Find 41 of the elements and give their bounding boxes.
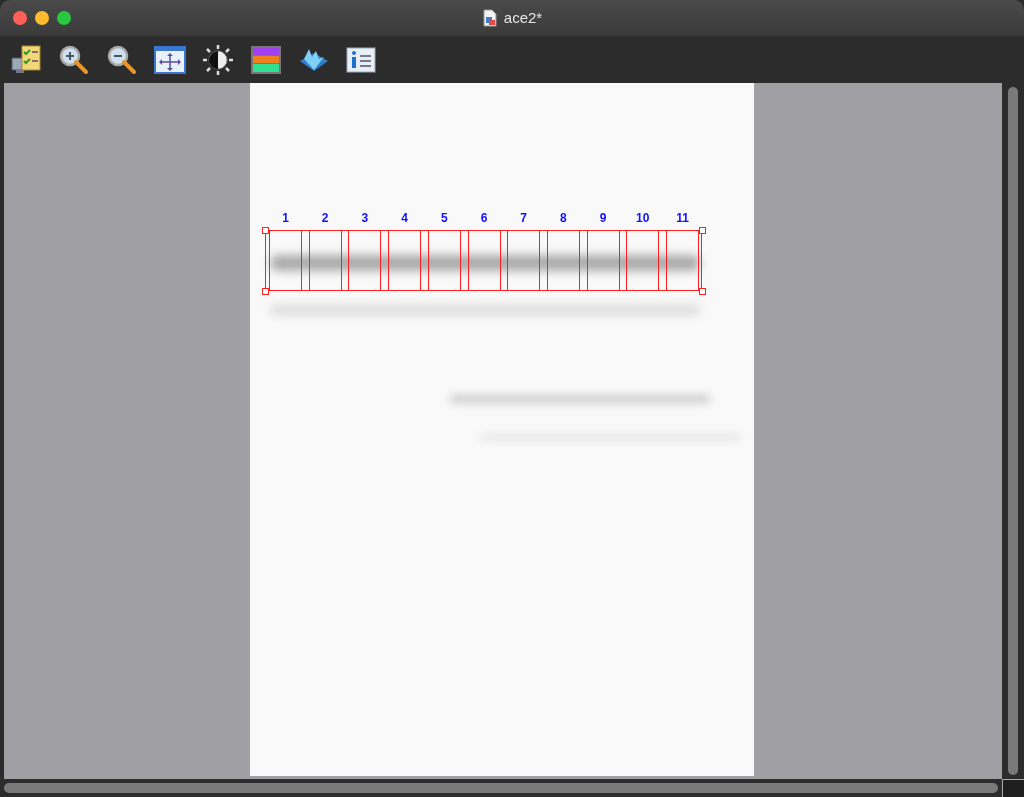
lane-label: 6 [479,211,489,225]
lane-box[interactable] [626,230,660,291]
zoom-in-icon[interactable] [58,43,90,76]
scroll-thumb[interactable] [4,783,998,793]
resize-handle[interactable] [699,227,706,234]
lane-label: 4 [400,211,409,225]
lane-box[interactable] [546,230,580,291]
window-title: ace2* [503,7,543,28]
lane-box[interactable] [507,230,541,291]
info-icon[interactable] [346,46,376,73]
lane-box[interactable] [388,230,422,291]
lane-label: 10 [635,211,651,225]
checklist-icon[interactable] [10,43,42,76]
lane-box[interactable] [427,230,461,291]
scroll-thumb[interactable] [1008,87,1018,775]
lane-label: 5 [439,211,449,225]
lane-box[interactable] [308,230,342,291]
document-icon [481,9,498,27]
lane-label: 1 [281,211,290,225]
brightness-contrast-icon[interactable] [202,43,234,76]
minimize-button[interactable] [35,11,49,25]
resize-handle[interactable] [699,288,706,295]
fit-to-window-icon[interactable] [154,45,186,74]
zoom-button[interactable] [57,11,71,25]
resize-handle[interactable] [262,227,269,234]
lane-label: 8 [559,211,568,225]
lane-label: 7 [519,211,529,225]
close-button[interactable] [13,11,27,25]
lane-box[interactable] [467,230,501,291]
lane-label: 11 [675,211,690,225]
color-palette-icon[interactable] [250,44,282,75]
resize-grip[interactable] [1002,779,1024,797]
lane-label: 3 [360,211,370,225]
lane-label: 9 [598,211,608,225]
lane-box[interactable] [586,230,620,291]
zoom-out-icon[interactable] [106,43,138,76]
lane-box[interactable] [348,230,382,291]
lane-label: 2 [320,211,330,225]
lane-box[interactable] [666,230,699,291]
lane-box[interactable] [269,230,302,291]
resize-handle[interactable] [262,288,269,295]
